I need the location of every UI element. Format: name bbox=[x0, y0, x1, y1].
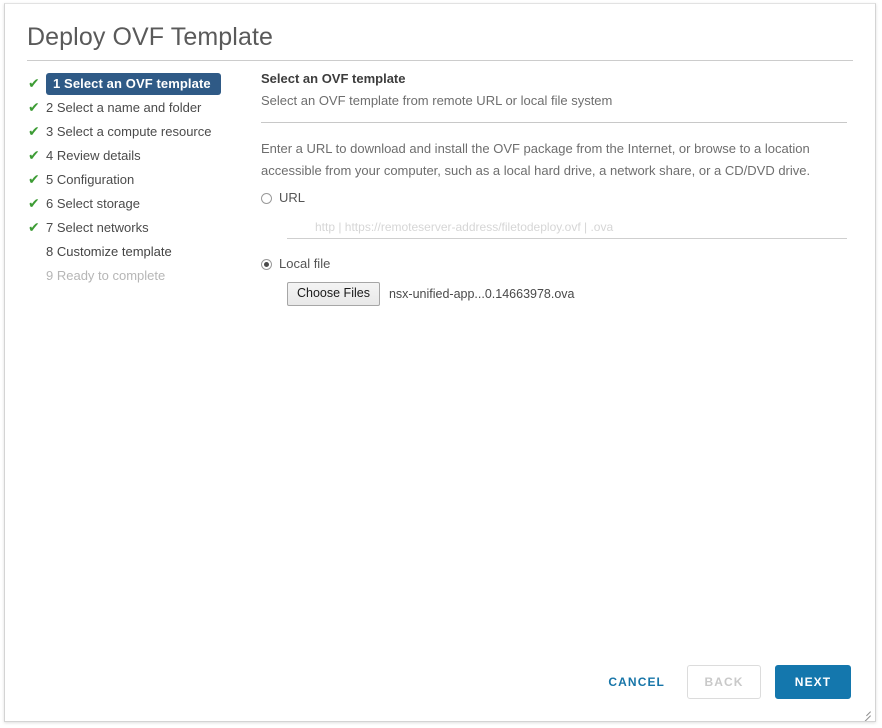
url-input[interactable] bbox=[287, 218, 847, 239]
title-divider bbox=[27, 60, 853, 61]
sidebar-step-review-details[interactable]: ✔ 4 Review details bbox=[27, 144, 249, 168]
url-radio-label: URL bbox=[279, 190, 306, 205]
deploy-ovf-template-dialog: Deploy OVF Template ✔ 1 Select an OVF te… bbox=[4, 3, 876, 722]
sidebar-step-select-a-name-and-folder[interactable]: ✔ 2 Select a name and folder bbox=[27, 96, 249, 120]
sidebar-step-customize-template[interactable]: 8 Customize template bbox=[27, 240, 249, 264]
step-label: 7 Select networks bbox=[46, 220, 149, 235]
page-title: Deploy OVF Template bbox=[27, 23, 273, 51]
url-input-wrapper bbox=[287, 218, 847, 239]
url-radio-row[interactable]: URL bbox=[261, 190, 847, 206]
step-label: 9 Ready to complete bbox=[46, 268, 166, 283]
step-label: 3 Select a compute resource bbox=[46, 124, 212, 139]
panel-subheading: Select an OVF template from remote URL o… bbox=[261, 93, 613, 108]
selected-file-name: nsx-unified-app...0.14663978.ova bbox=[388, 287, 575, 301]
dialog-body: ✔ 1 Select an OVF template ✔ 2 Select a … bbox=[5, 70, 875, 721]
sidebar-step-configuration[interactable]: ✔ 5 Configuration bbox=[27, 168, 249, 192]
check-icon: ✔ bbox=[28, 172, 40, 188]
check-icon: ✔ bbox=[28, 148, 40, 164]
check-icon: ✔ bbox=[28, 100, 40, 116]
wizard-steps-list: ✔ 1 Select an OVF template ✔ 2 Select a … bbox=[27, 72, 249, 288]
resize-handle-icon[interactable] bbox=[859, 705, 871, 721]
step-label: 2 Select a name and folder bbox=[46, 100, 202, 115]
sidebar-step-select-an-ovf-template[interactable]: ✔ 1 Select an OVF template bbox=[27, 72, 249, 96]
panel-divider bbox=[261, 122, 847, 123]
local-file-radio-button[interactable] bbox=[261, 258, 272, 270]
local-file-radio-row[interactable]: Local file bbox=[261, 256, 847, 272]
next-button[interactable]: NEXT bbox=[775, 665, 851, 699]
check-icon: ✔ bbox=[28, 76, 40, 92]
check-icon: ✔ bbox=[28, 196, 40, 212]
dialog-header: Deploy OVF Template bbox=[27, 22, 853, 61]
dialog-footer: CANCEL BACK NEXT bbox=[594, 665, 851, 699]
main-panel: Select an OVF template Select an OVF tem… bbox=[261, 70, 847, 306]
cancel-button[interactable]: CANCEL bbox=[594, 665, 679, 699]
step-label: 1 Select an OVF template bbox=[46, 73, 221, 95]
sidebar-step-select-storage[interactable]: ✔ 6 Select storage bbox=[27, 192, 249, 216]
file-picker: Choose Files nsx-unified-app...0.1466397… bbox=[287, 282, 847, 306]
check-icon: ✔ bbox=[28, 124, 40, 140]
panel-description: Enter a URL to download and install the … bbox=[261, 141, 811, 178]
url-radio-button[interactable] bbox=[261, 192, 272, 204]
sidebar-step-select-a-compute-resource[interactable]: ✔ 3 Select a compute resource bbox=[27, 120, 249, 144]
step-label: 6 Select storage bbox=[46, 196, 140, 211]
step-label: 5 Configuration bbox=[46, 172, 135, 187]
choose-files-button[interactable]: Choose Files bbox=[287, 282, 380, 306]
sidebar-step-ready-to-complete[interactable]: 9 Ready to complete bbox=[27, 264, 249, 288]
step-label: 8 Customize template bbox=[46, 244, 172, 259]
back-button: BACK bbox=[687, 665, 761, 699]
local-file-radio-label: Local file bbox=[279, 256, 331, 271]
panel-heading: Select an OVF template bbox=[261, 71, 406, 86]
check-icon: ✔ bbox=[28, 220, 40, 236]
sidebar-step-select-networks[interactable]: ✔ 7 Select networks bbox=[27, 216, 249, 240]
step-label: 4 Review details bbox=[46, 148, 141, 163]
